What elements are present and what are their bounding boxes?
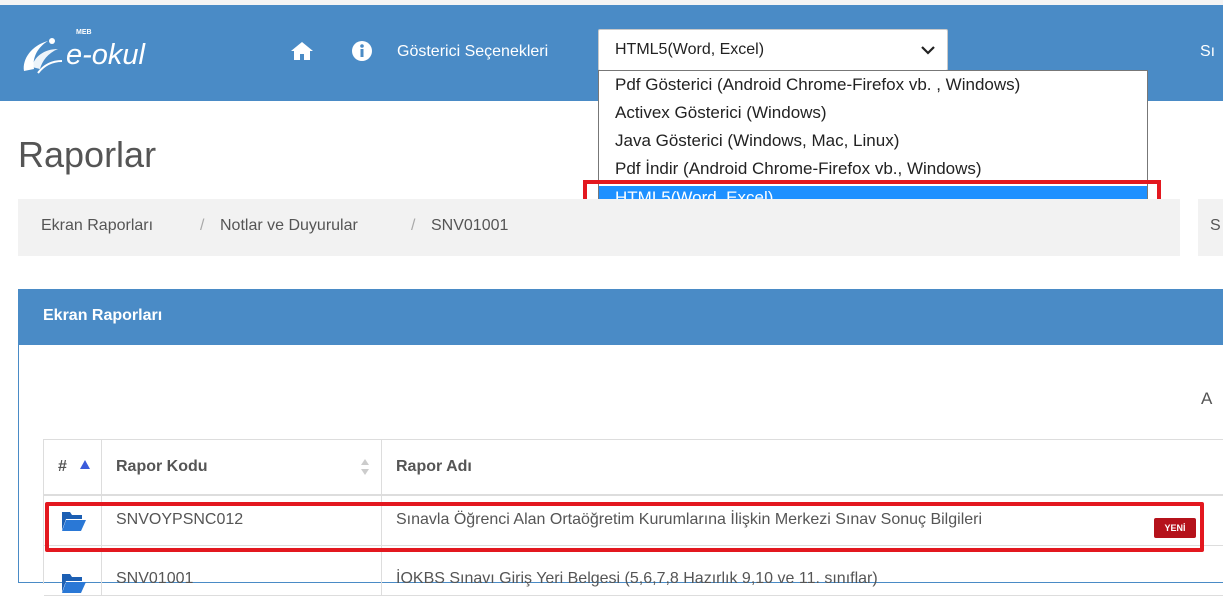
column-header-code-label: Rapor Kodu bbox=[116, 458, 208, 475]
column-header-index[interactable]: # bbox=[44, 440, 102, 496]
viewer-options-label: Gösterici Seçenekleri bbox=[397, 43, 549, 60]
e-okul-logo[interactable]: MEB e-okul bbox=[18, 29, 168, 75]
column-header-index-label: # bbox=[58, 458, 67, 475]
breadcrumb: Ekran Raporları / Notlar ve Duyurular / … bbox=[18, 199, 1180, 256]
logo-swoosh-icon bbox=[23, 38, 63, 74]
viewer-select[interactable]: HTML5(Word, Excel) bbox=[598, 29, 948, 71]
column-header-name-label: Rapor Adı bbox=[396, 458, 472, 475]
breadcrumb-right-text[interactable]: S bbox=[1210, 217, 1221, 235]
column-header-name[interactable]: Rapor Adı bbox=[382, 440, 1223, 496]
page-title: Raporlar bbox=[18, 134, 157, 175]
viewer-option-java[interactable]: Java Gösterici (Windows, Mac, Linux) bbox=[599, 129, 1147, 153]
panel-header: Ekran Raporları bbox=[19, 290, 1223, 345]
sort-asc-icon bbox=[80, 460, 90, 469]
home-icon[interactable] bbox=[290, 41, 314, 61]
highlight-box-row bbox=[45, 502, 1204, 552]
report-code: SNV01001 bbox=[116, 570, 194, 587]
info-icon[interactable] bbox=[351, 40, 373, 62]
viewer-option-pdf[interactable]: Pdf Gösterici (Android Chrome-Firefox vb… bbox=[599, 73, 1147, 97]
navbar-right-text[interactable]: Sı bbox=[1200, 43, 1215, 61]
report-name[interactable]: İOKBS Sınavı Giriş Yeri Belgesi (5,6,7,8… bbox=[396, 570, 878, 588]
viewer-option-activex[interactable]: Activex Gösterici (Windows) bbox=[599, 101, 1147, 125]
viewer-select-value: HTML5(Word, Excel) bbox=[615, 41, 765, 58]
breadcrumb-item-ekran-raporlari[interactable]: Ekran Raporları bbox=[41, 217, 153, 235]
logo-meb-text: MEB bbox=[76, 29, 92, 36]
table-row-cell-code: SNV01001 bbox=[102, 546, 382, 596]
column-header-code[interactable]: Rapor Kodu bbox=[102, 440, 382, 496]
panel-title: Ekran Raporları bbox=[43, 307, 163, 324]
chevron-down-icon bbox=[921, 46, 935, 55]
breadcrumb-item-notlar[interactable]: Notlar ve Duyurular bbox=[220, 217, 358, 235]
breadcrumb-item-current: SNV01001 bbox=[431, 217, 509, 234]
open-folder-icon[interactable] bbox=[60, 570, 86, 594]
panel-right-text: A bbox=[1201, 389, 1213, 408]
table-row-cell-name[interactable]: İOKBS Sınavı Giriş Yeri Belgesi (5,6,7,8… bbox=[382, 546, 1223, 596]
breadcrumb-separator: / bbox=[411, 217, 416, 234]
table-row-cell-icon[interactable] bbox=[44, 546, 102, 596]
viewer-option-pdf-download[interactable]: Pdf İndir (Android Chrome-Firefox vb., W… bbox=[599, 157, 1147, 181]
breadcrumb-separator: / bbox=[200, 217, 205, 234]
sort-both-icon bbox=[361, 459, 369, 475]
logo-text: e-okul bbox=[66, 39, 145, 71]
breadcrumb-right-box: S bbox=[1198, 199, 1223, 256]
